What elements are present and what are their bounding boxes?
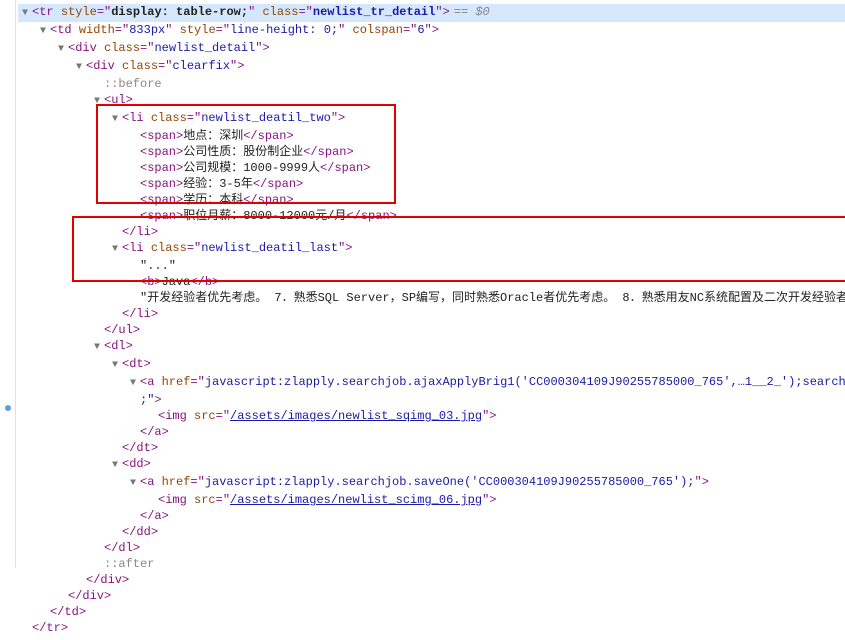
node-a[interactable]: <a href="javascript:zlapply.searchjob.sa… — [18, 474, 845, 492]
img-src-link[interactable]: /assets/images/newlist_scimg_06.jpg — [230, 493, 482, 507]
node-li-close[interactable]: </li> — [18, 306, 845, 322]
expand-toggle[interactable] — [22, 6, 32, 22]
node-dt[interactable]: <dt> — [18, 356, 845, 374]
expand-toggle[interactable] — [76, 60, 86, 76]
expand-toggle[interactable] — [40, 24, 50, 40]
expand-toggle[interactable] — [130, 476, 140, 492]
node-div-close[interactable]: </div> — [18, 572, 845, 588]
expand-toggle[interactable] — [112, 112, 122, 128]
node-img[interactable]: <img src="/assets/images/newlist_sqimg_0… — [18, 408, 845, 424]
text-node[interactable]: "开发经验者优先考虑。 7．熟悉SQL Server，SP编写，同时熟悉Orac… — [18, 290, 845, 306]
node-dd-close[interactable]: </dd> — [18, 524, 845, 540]
node-dl[interactable]: <dl> — [18, 338, 845, 356]
node-span[interactable]: <span>地点：深圳</span> — [18, 128, 845, 144]
node-td[interactable]: <td width="833px" style="line-height: 0;… — [18, 22, 845, 40]
pseudo-before[interactable]: ::before — [18, 76, 845, 92]
node-span[interactable]: <span>学历：本科</span> — [18, 192, 845, 208]
node-li-last[interactable]: <li class="newlist_deatil_last"> — [18, 240, 845, 258]
expand-toggle[interactable] — [94, 94, 104, 110]
pseudo-after[interactable]: ::after — [18, 556, 845, 572]
node-span[interactable]: <span>公司性质：股份制企业</span> — [18, 144, 845, 160]
node-div-close[interactable]: </div> — [18, 588, 845, 604]
node-span[interactable]: <span>经验：3-5年</span> — [18, 176, 845, 192]
node-div-clearfix[interactable]: <div class="clearfix"> — [18, 58, 845, 76]
node-dl-close[interactable]: </dl> — [18, 540, 845, 556]
selected-node-marker: == $0 — [454, 5, 490, 19]
line-gutter — [0, 0, 16, 568]
node-a-cont[interactable]: ;"> — [18, 392, 845, 408]
node-a-close[interactable]: </a> — [18, 508, 845, 524]
node-span[interactable]: <span>职位月薪：8000-12000元/月</span> — [18, 208, 845, 224]
expand-toggle[interactable] — [58, 42, 68, 58]
node-ul-close[interactable]: </ul> — [18, 322, 845, 338]
node-b[interactable]: <b>Java</b> — [18, 274, 845, 290]
node-dd[interactable]: <dd> — [18, 456, 845, 474]
node-tr[interactable]: <tr style="display: table-row;" class="n… — [18, 4, 845, 22]
node-div-detail[interactable]: <div class="newlist_detail"> — [18, 40, 845, 58]
node-li-two[interactable]: <li class="newlist_deatil_two"> — [18, 110, 845, 128]
img-src-link[interactable]: /assets/images/newlist_sqimg_03.jpg — [230, 409, 482, 423]
node-dt-close[interactable]: </dt> — [18, 440, 845, 456]
expand-toggle[interactable] — [112, 458, 122, 474]
expand-toggle[interactable] — [94, 340, 104, 356]
node-tr-close[interactable]: </tr> — [18, 620, 845, 636]
expand-toggle[interactable] — [112, 242, 122, 258]
dom-tree: <tr style="display: table-row;" class="n… — [18, 4, 845, 636]
node-img[interactable]: <img src="/assets/images/newlist_scimg_0… — [18, 492, 845, 508]
node-a-close[interactable]: </a> — [18, 424, 845, 440]
node-a[interactable]: <a href="javascript:zlapply.searchjob.aj… — [18, 374, 845, 392]
node-ul[interactable]: <ul> — [18, 92, 845, 110]
node-span[interactable]: <span>公司规模：1000-9999人</span> — [18, 160, 845, 176]
node-li-close[interactable]: </li> — [18, 224, 845, 240]
expand-toggle[interactable] — [112, 358, 122, 374]
expand-toggle[interactable] — [130, 376, 140, 392]
node-td-close[interactable]: </td> — [18, 604, 845, 620]
text-node[interactable]: "..." — [18, 258, 845, 274]
